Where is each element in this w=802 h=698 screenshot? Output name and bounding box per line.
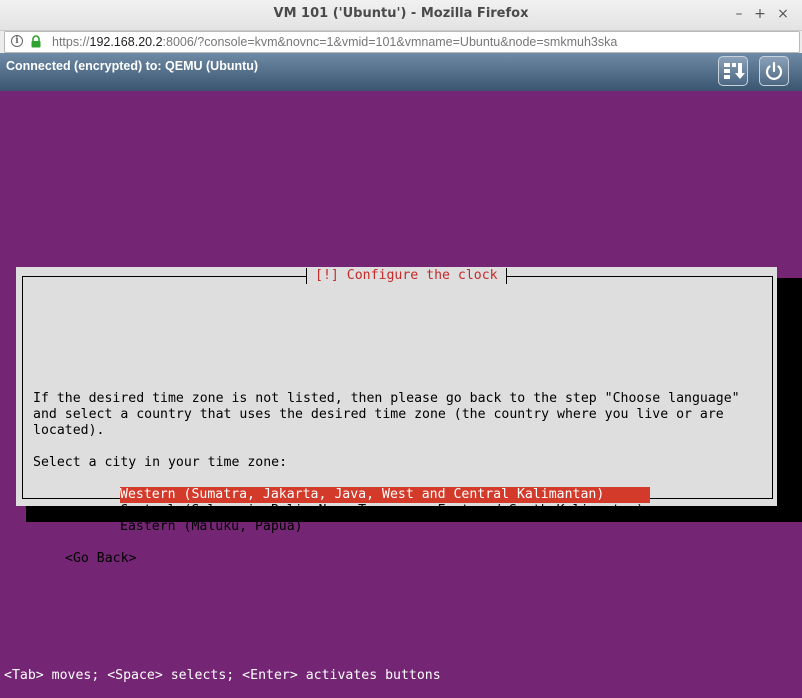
- description-line-1: If the desired time zone is not listed, …: [33, 391, 740, 406]
- connection-status: Connected (encrypted) to: QEMU (Ubuntu): [6, 59, 259, 73]
- lock-icon[interactable]: [30, 35, 42, 48]
- url-rest: :8006/?console=kvm&novnc=1&vmid=101&vmna…: [162, 35, 618, 49]
- minimize-button[interactable]: –: [731, 5, 747, 23]
- configure-clock-dialog: [!] Configure the clock If the desired t…: [16, 267, 777, 566]
- url-host: 192.168.20.2: [89, 35, 163, 49]
- send-keys-button[interactable]: [718, 56, 748, 86]
- address-bar[interactable]: i https://192.168.20.2:8006/?console=kvm…: [4, 31, 800, 53]
- window-titlebar: VM 101 ('Ubuntu') - Mozilla Firefox – + …: [0, 0, 802, 31]
- timezone-option-central[interactable]: Central (Sulawesi, Bali, Nusa Tenggara, …: [120, 503, 644, 519]
- power-icon: [765, 61, 783, 80]
- close-button[interactable]: ×: [775, 5, 791, 23]
- description-line-3: located).: [33, 423, 105, 438]
- power-button[interactable]: [759, 56, 789, 86]
- city-prompt: Select a city in your time zone:: [33, 455, 288, 470]
- info-icon[interactable]: i: [11, 35, 23, 47]
- maximize-button[interactable]: +: [752, 5, 768, 23]
- timezone-option-eastern[interactable]: Eastern (Maluku, Papua): [120, 519, 303, 535]
- vnc-control-bar: Connected (encrypted) to: QEMU (Ubuntu): [0, 53, 802, 91]
- url-scheme: https://: [52, 35, 90, 49]
- url-text[interactable]: https://192.168.20.2:8006/?console=kvm&n…: [52, 34, 617, 50]
- timezone-option-western[interactable]: Western (Sumatra, Jakarta, Java, West an…: [120, 487, 650, 503]
- sendkeys-icon: [724, 63, 745, 79]
- dialog-title: [!] Configure the clock: [306, 268, 507, 284]
- vm-console-screen[interactable]: [!] Configure the clock If the desired t…: [0, 91, 802, 698]
- window-title: VM 101 ('Ubuntu') - Mozilla Firefox: [273, 6, 529, 21]
- keyboard-help-line: <Tab> moves; <Space> selects; <Enter> ac…: [4, 668, 441, 683]
- go-back-button[interactable]: <Go Back>: [65, 551, 136, 567]
- description-line-2: and select a country that uses the desir…: [33, 407, 724, 422]
